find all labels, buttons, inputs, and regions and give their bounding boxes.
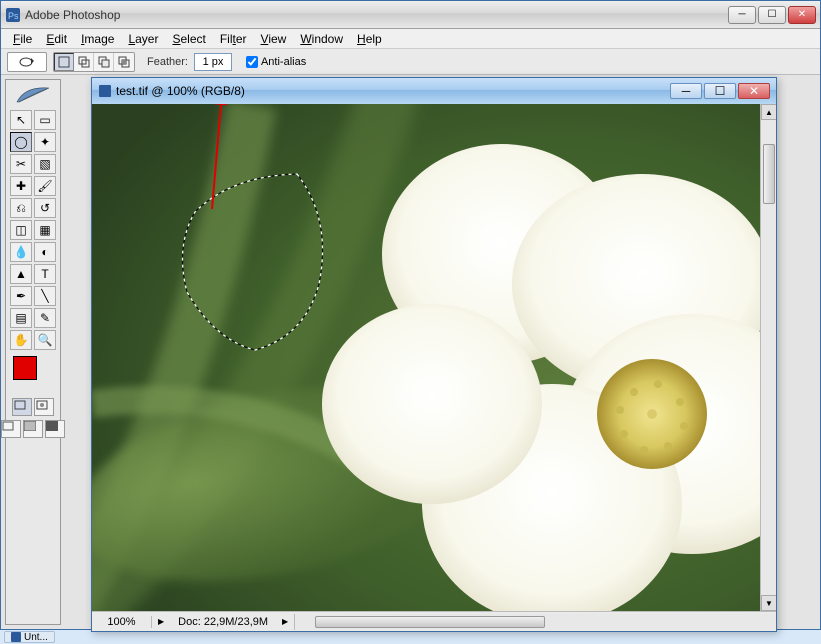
marquee-tool[interactable]: ▭: [34, 110, 56, 130]
feather-label: Feather:: [147, 56, 188, 68]
screen-full-menubar-button[interactable]: [23, 420, 43, 438]
antialias-checkbox[interactable]: Anti-alias: [246, 56, 306, 68]
healing-brush-tool[interactable]: ✚: [10, 176, 32, 196]
document-titlebar[interactable]: test.tif @ 100% (RGB/8) ─ ☐ ✕: [92, 78, 776, 104]
document-title: test.tif @ 100% (RGB/8): [116, 84, 670, 98]
dodge-tool[interactable]: ◐: [34, 242, 56, 262]
document-window: test.tif @ 100% (RGB/8) ─ ☐ ✕: [91, 77, 777, 632]
menu-select[interactable]: Select: [166, 30, 211, 48]
info-arrow-icon[interactable]: ▶: [276, 617, 294, 626]
history-brush-tool[interactable]: ↺: [34, 198, 56, 218]
zoom-tool[interactable]: 🔍: [34, 330, 56, 350]
doc-close-button[interactable]: ✕: [738, 83, 770, 99]
maximize-button[interactable]: ☐: [758, 6, 786, 24]
document-canvas[interactable]: [92, 104, 760, 611]
path-select-tool[interactable]: ▲: [10, 264, 32, 284]
screen-standard-button[interactable]: [1, 420, 21, 438]
menu-filter[interactable]: Filter: [214, 30, 253, 48]
scroll-h-thumb[interactable]: [315, 616, 545, 628]
selection-mode-group: [53, 52, 135, 72]
tool-preset-picker[interactable]: [7, 52, 47, 72]
line-tool[interactable]: ╲: [34, 286, 56, 306]
brush-tool[interactable]: 🖌: [34, 176, 56, 196]
menubar: File Edit Image Layer Select Filter View…: [1, 29, 820, 49]
hand-tool[interactable]: ✋: [10, 330, 32, 350]
horizontal-scrollbar[interactable]: [294, 614, 776, 630]
photoshop-feather-logo: [11, 84, 55, 106]
selection-subtract[interactable]: [94, 53, 114, 71]
menu-edit[interactable]: Edit: [40, 30, 73, 48]
document-icon: [98, 84, 112, 98]
antialias-input[interactable]: [246, 56, 258, 68]
svg-text:Ps: Ps: [8, 11, 19, 21]
color-swatches[interactable]: [13, 356, 53, 392]
taskbar: Unt...: [0, 630, 821, 644]
doc-minimize-button[interactable]: ─: [670, 83, 702, 99]
menu-image[interactable]: Image: [75, 30, 120, 48]
doc-maximize-button[interactable]: ☐: [704, 83, 736, 99]
taskbar-item[interactable]: Unt...: [4, 631, 55, 643]
eyedropper-tool[interactable]: ✎: [34, 308, 56, 328]
gradient-tool[interactable]: ▦: [34, 220, 56, 240]
zoom-level[interactable]: 100%: [92, 616, 152, 628]
screen-full-button[interactable]: [45, 420, 65, 438]
minimize-button[interactable]: ─: [728, 6, 756, 24]
menu-window[interactable]: Window: [294, 30, 349, 48]
foreground-color-swatch[interactable]: [13, 356, 37, 380]
lasso-selection: [167, 164, 342, 364]
workarea: ↖▭◯✦✂▧✚🖌⎌↺◫▦💧◐▲T✒╲▤✎✋🔍 test.tif: [1, 75, 820, 629]
scroll-up-arrow[interactable]: ▲: [761, 104, 776, 120]
menu-view[interactable]: View: [255, 30, 293, 48]
options-bar: Feather: Anti-alias: [1, 49, 820, 75]
type-tool[interactable]: T: [34, 264, 56, 284]
clone-stamp-tool[interactable]: ⎌: [10, 198, 32, 218]
selection-add[interactable]: [74, 53, 94, 71]
toolbox: ↖▭◯✦✂▧✚🖌⎌↺◫▦💧◐▲T✒╲▤✎✋🔍: [5, 79, 61, 625]
crop-tool[interactable]: ✂: [10, 154, 32, 174]
magic-wand-tool[interactable]: ✦: [34, 132, 56, 152]
menu-file[interactable]: File: [7, 30, 38, 48]
antialias-label: Anti-alias: [261, 56, 306, 68]
close-button[interactable]: ✕: [788, 6, 816, 24]
selection-new[interactable]: [54, 53, 74, 71]
selection-intersect[interactable]: [114, 53, 134, 71]
vertical-scrollbar[interactable]: ▲ ▼: [760, 104, 776, 611]
slice-tool[interactable]: ▧: [34, 154, 56, 174]
pen-tool[interactable]: ✒: [10, 286, 32, 306]
app-icon: Ps: [5, 7, 21, 23]
feather-input[interactable]: [194, 53, 232, 71]
move-tool[interactable]: ↖: [10, 110, 32, 130]
app-window: Ps Adobe Photoshop ─ ☐ ✕ File Edit Image…: [0, 0, 821, 630]
quick-mask-button[interactable]: [34, 398, 54, 416]
document-statusbar: 100% ▶ Doc: 22,9M/23,9M ▶: [92, 611, 776, 631]
blur-tool[interactable]: 💧: [10, 242, 32, 262]
notes-tool[interactable]: ▤: [10, 308, 32, 328]
lasso-tool[interactable]: ◯: [10, 132, 32, 152]
eraser-tool[interactable]: ◫: [10, 220, 32, 240]
main-titlebar[interactable]: Ps Adobe Photoshop ─ ☐ ✕: [1, 1, 820, 29]
menu-help[interactable]: Help: [351, 30, 388, 48]
scroll-down-arrow[interactable]: ▼: [761, 595, 776, 611]
document-info[interactable]: Doc: 22,9M/23,9M: [170, 616, 276, 628]
scroll-v-thumb[interactable]: [763, 144, 775, 204]
app-title: Adobe Photoshop: [25, 8, 728, 22]
menu-layer[interactable]: Layer: [122, 30, 164, 48]
status-arrow-icon[interactable]: ▶: [152, 617, 170, 626]
standard-mode-button[interactable]: [12, 398, 32, 416]
